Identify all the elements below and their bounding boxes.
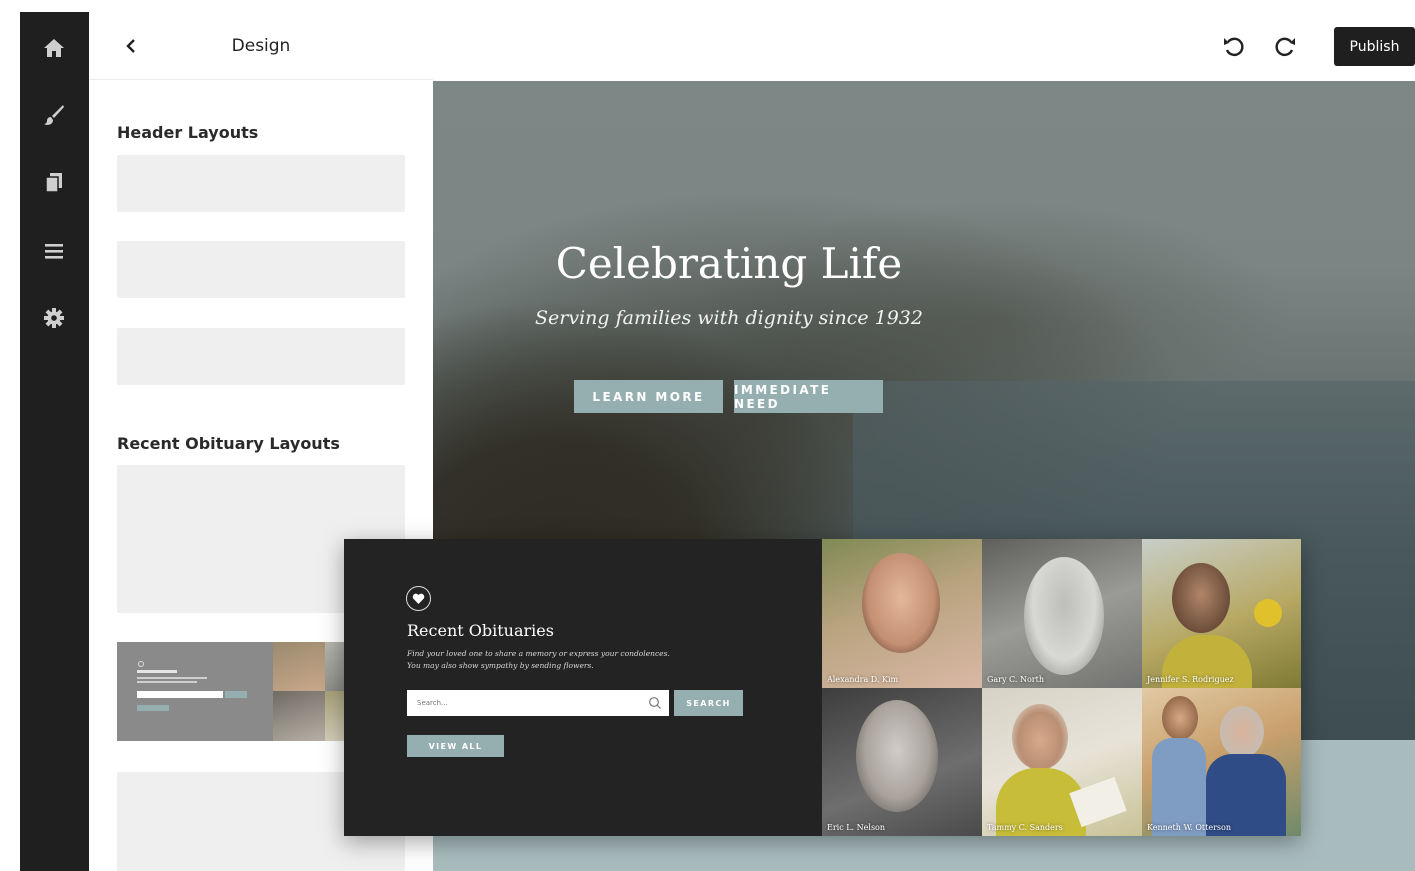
obituary-photo-grid: Alexandra D. Kim Gary C. North Jennifer …: [822, 539, 1301, 836]
hero-title: Celebrating Life: [555, 239, 903, 288]
obituary-card[interactable]: Alexandra D. Kim: [822, 539, 982, 688]
header-layouts-heading: Header Layouts: [117, 123, 259, 142]
obituary-name: Gary C. North: [987, 675, 1044, 684]
sidebar-rail: [20, 12, 89, 871]
header-layout-option-1[interactable]: [117, 155, 405, 212]
obituaries-description-line2: You may also show sympathy by sending fl…: [407, 661, 594, 670]
menu-icon[interactable]: [40, 237, 68, 265]
obituary-card[interactable]: Tammy C. Sanders: [982, 688, 1142, 836]
obituaries-description-line1: Find your loved one to share a memory or…: [407, 649, 670, 658]
settings-icon[interactable]: [40, 304, 68, 332]
heart-icon: [406, 586, 431, 611]
obituary-search-button[interactable]: SEARCH: [674, 690, 743, 716]
home-icon[interactable]: [40, 34, 68, 62]
header-layout-option-3[interactable]: [117, 328, 405, 385]
obituaries-title: Recent Obituaries: [407, 621, 554, 640]
publish-button[interactable]: Publish: [1334, 27, 1415, 66]
site-editor: Design Header Layouts Recent Obituary La…: [20, 12, 1415, 871]
recent-obituaries-section[interactable]: Recent Obituaries Find your loved one to…: [344, 539, 1301, 836]
obituaries-description: Find your loved one to share a memory or…: [407, 648, 707, 672]
obituary-card[interactable]: Jennifer S. Rodriguez: [1142, 539, 1301, 688]
pages-icon[interactable]: [40, 169, 68, 197]
obituary-name: Alexandra D. Kim: [827, 675, 899, 684]
header-layout-option-2[interactable]: [117, 241, 405, 298]
obituary-name: Kenneth W. Otterson: [1147, 823, 1231, 832]
obituary-search-input[interactable]: [407, 690, 669, 716]
obituary-name: Eric L. Nelson: [827, 823, 886, 832]
obituary-card[interactable]: Gary C. North: [982, 539, 1142, 688]
obituary-name: Jennifer S. Rodriguez: [1147, 675, 1234, 684]
learn-more-button[interactable]: LEARN MORE: [574, 380, 723, 413]
immediate-need-button[interactable]: IMMEDIATE NEED: [734, 380, 883, 413]
view-all-button[interactable]: VIEW ALL: [407, 735, 504, 757]
search-icon[interactable]: [648, 696, 662, 710]
obituary-card[interactable]: Kenneth W. Otterson: [1142, 688, 1301, 836]
hero-subtitle: Serving families with dignity since 1932: [535, 307, 923, 329]
redo-icon[interactable]: [1272, 33, 1298, 59]
obituary-card[interactable]: Eric L. Nelson: [822, 688, 982, 836]
undo-icon[interactable]: [1221, 33, 1247, 59]
obituary-layouts-heading: Recent Obituary Layouts: [117, 434, 340, 453]
panel-title: Design: [231, 36, 291, 56]
panel-header: Design: [89, 12, 433, 80]
top-toolbar: Publish: [433, 12, 1415, 81]
brush-icon[interactable]: [40, 101, 68, 129]
obituary-layout-thumbnail[interactable]: [117, 642, 347, 741]
obituary-name: Tammy C. Sanders: [987, 823, 1063, 832]
